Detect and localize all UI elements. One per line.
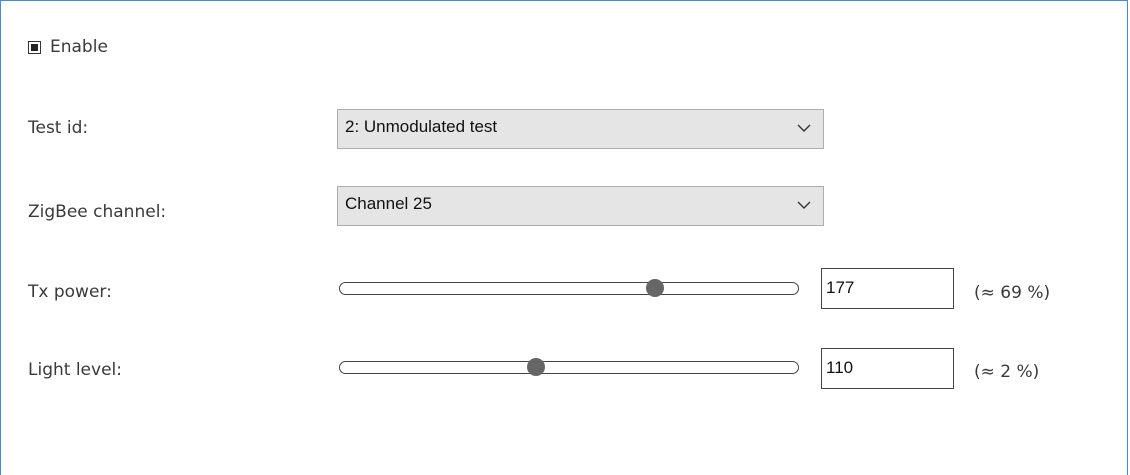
- light-level-slider-thumb[interactable]: [526, 358, 545, 376]
- light-level-label: Light level:: [28, 360, 122, 380]
- light-level-slider[interactable]: [339, 358, 799, 376]
- light-level-slider-track[interactable]: [339, 361, 799, 374]
- tx-power-slider-thumb[interactable]: [646, 279, 665, 297]
- zigbee-channel-selected-value: Channel 25: [345, 193, 432, 213]
- enable-label: Enable: [50, 37, 108, 57]
- zigbee-channel-label: ZigBee channel:: [28, 202, 167, 222]
- light-level-value-input[interactable]: 110: [821, 348, 954, 389]
- chevron-down-icon: [797, 124, 811, 132]
- light-level-percent: (≈ 2 %): [974, 362, 1040, 382]
- enable-row[interactable]: Enable: [28, 37, 108, 57]
- tx-power-label: Tx power:: [28, 282, 112, 302]
- enable-checkbox[interactable]: [28, 40, 41, 54]
- test-id-selected-value: 2: Unmodulated test: [345, 116, 498, 136]
- test-id-label: Test id:: [28, 118, 89, 138]
- settings-panel: Enable Test id: 2: Unmodulated test ZigB…: [0, 0, 1128, 475]
- tx-power-slider[interactable]: [339, 279, 799, 297]
- chevron-down-icon: [797, 201, 811, 209]
- test-id-select[interactable]: 2: Unmodulated test: [337, 109, 824, 149]
- tx-power-slider-track[interactable]: [339, 282, 799, 295]
- tx-power-value-input[interactable]: 177: [821, 268, 954, 309]
- tx-power-percent: (≈ 69 %): [974, 283, 1051, 303]
- zigbee-channel-select[interactable]: Channel 25: [337, 186, 824, 226]
